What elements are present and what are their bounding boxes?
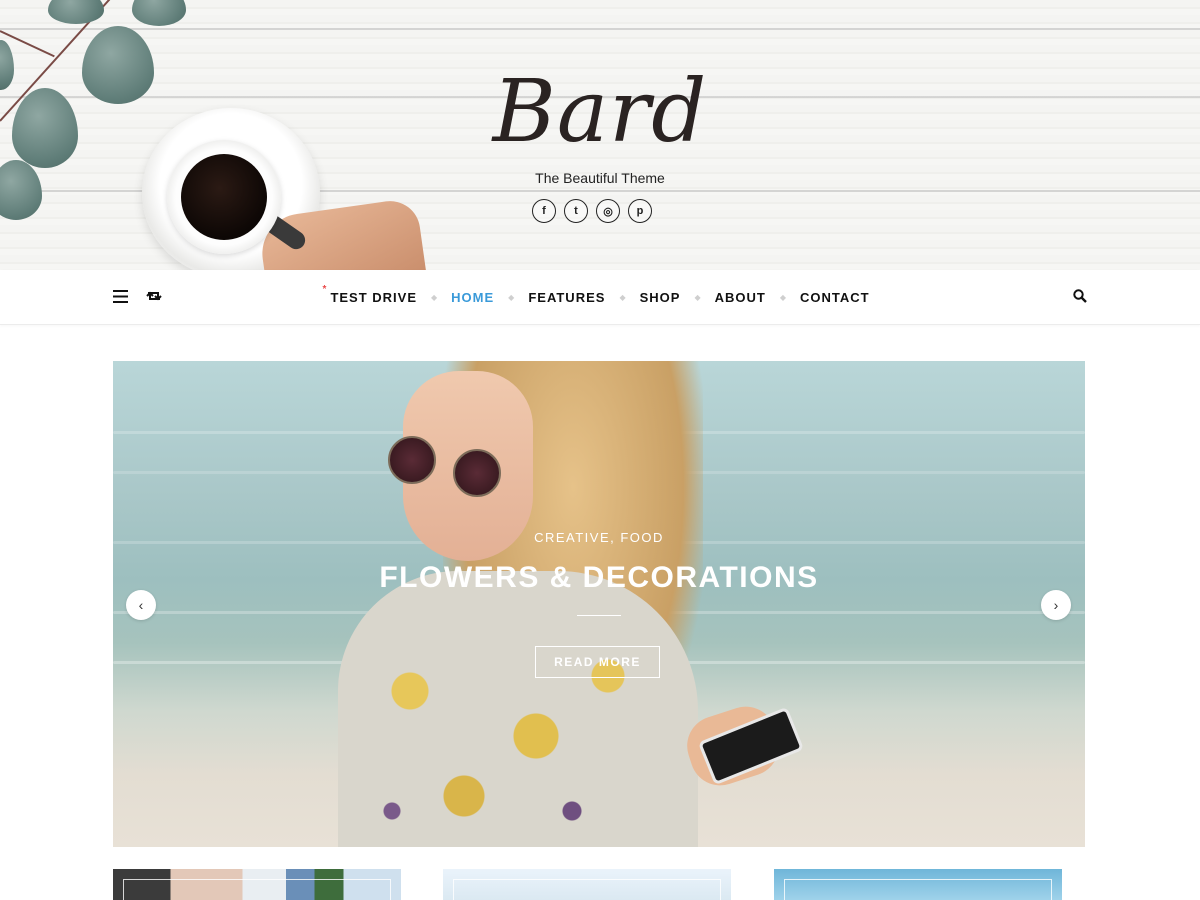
sunglasses-lens	[388, 436, 436, 484]
slide-divider	[577, 615, 621, 616]
nav-separator: ◆	[779, 292, 786, 302]
coffee	[181, 154, 267, 240]
nav-separator: ◆	[619, 292, 626, 302]
slide-title[interactable]: FLOWERS & DECORATIONS	[113, 561, 1085, 595]
site-tagline: The Beautiful Theme	[535, 170, 665, 186]
search-icon[interactable]	[1073, 289, 1087, 308]
featured-frame	[453, 879, 721, 900]
chevron-left-icon: ‹	[138, 597, 144, 613]
new-star-icon: *	[322, 283, 328, 295]
slider-next-button[interactable]: ›	[1041, 590, 1071, 620]
site-logo[interactable]: Bard	[470, 58, 730, 166]
header-hero: Bard The Beautiful Theme f t ◎ p	[0, 0, 1200, 270]
woman-shirt	[338, 571, 698, 847]
pinterest-icon[interactable]: p	[628, 199, 652, 223]
nav-menu: * TEST DRIVE ◆ HOME ◆ FEATURES ◆ SHOP ◆ A…	[0, 270, 1200, 324]
eucalyptus-leaf	[132, 0, 186, 26]
slide-categories[interactable]: CREATIVE, FOOD	[113, 530, 1085, 545]
nav-item-home[interactable]: HOME	[451, 290, 494, 305]
nav-item-test-drive[interactable]: * TEST DRIVE	[322, 284, 417, 305]
featured-frame	[784, 879, 1052, 900]
wood-plank-line	[0, 28, 1200, 30]
nav-item-contact[interactable]: CONTACT	[800, 290, 870, 305]
featured-link-2[interactable]	[443, 869, 731, 900]
nav-item-about[interactable]: ABOUT	[715, 290, 766, 305]
featured-frame	[123, 879, 391, 900]
instagram-icon[interactable]: ◎	[596, 199, 620, 223]
featured-link-1[interactable]	[113, 869, 401, 900]
nav-separator: ◆	[431, 292, 438, 302]
eucalyptus-leaf	[0, 160, 42, 220]
eucalyptus-leaf	[12, 88, 78, 168]
eucalyptus-leaf	[48, 0, 104, 24]
featured-link-3[interactable]	[774, 869, 1062, 900]
nav-separator: ◆	[508, 292, 515, 302]
nav-item-shop[interactable]: SHOP	[640, 290, 681, 305]
chevron-right-icon: ›	[1053, 597, 1059, 613]
main-navigation: * TEST DRIVE ◆ HOME ◆ FEATURES ◆ SHOP ◆ A…	[0, 270, 1200, 325]
nav-separator: ◆	[694, 292, 701, 302]
twitter-icon[interactable]: t	[564, 199, 588, 223]
social-links: f t ◎ p	[532, 199, 652, 223]
slider-prev-button[interactable]: ‹	[126, 590, 156, 620]
eucalyptus-leaf	[0, 40, 14, 90]
featured-slider: CREATIVE, FOOD FLOWERS & DECORATIONS REA…	[113, 361, 1085, 847]
sunglasses-lens	[453, 449, 501, 497]
nav-item-features[interactable]: FEATURES	[528, 290, 605, 305]
eucalyptus-leaf	[82, 26, 154, 104]
read-more-button[interactable]: READ MORE	[535, 646, 660, 678]
facebook-icon[interactable]: f	[532, 199, 556, 223]
